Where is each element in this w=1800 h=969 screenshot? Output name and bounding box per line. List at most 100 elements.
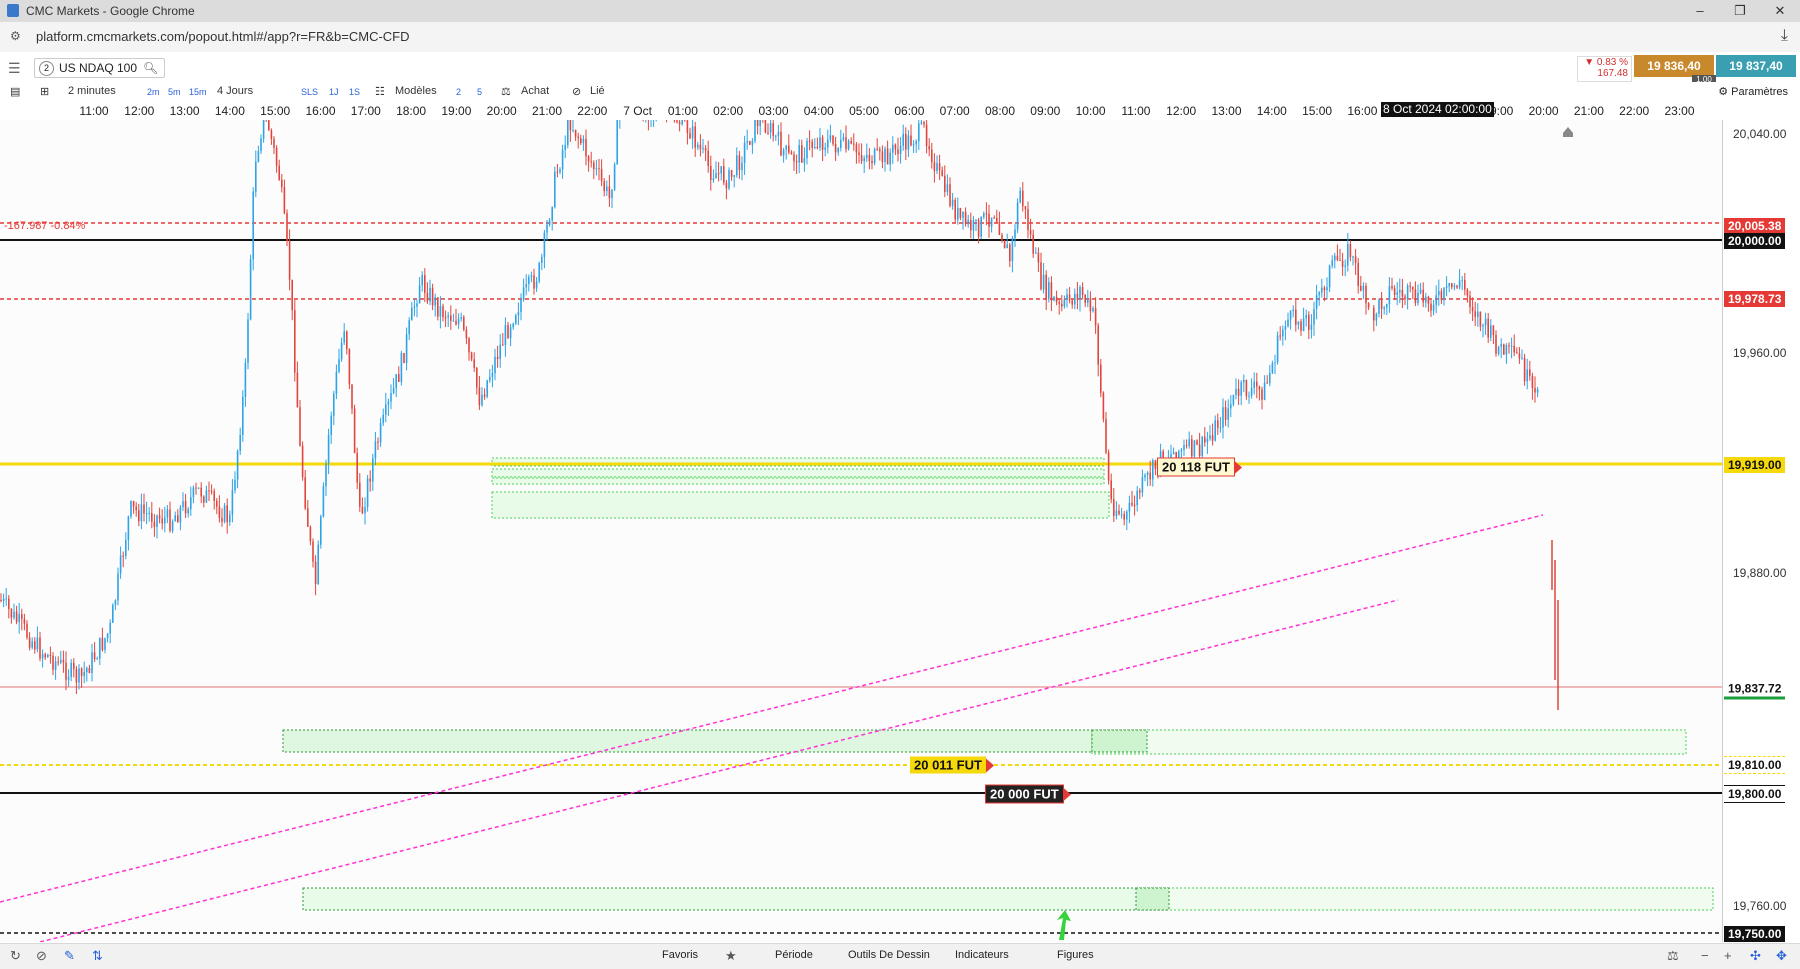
move-icon[interactable]: ✥: [1776, 948, 1787, 964]
candle-body: [29, 638, 31, 648]
candle-body: [507, 325, 509, 338]
candle-body: [60, 660, 62, 663]
zoom-in-icon[interactable]: +: [1724, 948, 1732, 963]
sls-button[interactable]: SLS: [301, 87, 318, 97]
candle-body: [1173, 452, 1175, 454]
sell-price-button[interactable]: 19 836,40: [1634, 55, 1714, 77]
candle-body: [398, 374, 400, 382]
minimize-icon[interactable]: –: [1680, 0, 1720, 22]
candle-body: [897, 149, 899, 154]
buy-arrow-icon: [1057, 910, 1071, 940]
fut-20118-marker[interactable]: 20 118 FUT: [1157, 458, 1235, 477]
drawing-tools-button[interactable]: Outils De Dessin: [848, 949, 930, 961]
tf-15m-button[interactable]: 15m: [189, 87, 207, 97]
candle-body: [224, 505, 226, 521]
candle-body: [785, 146, 787, 150]
candle-body: [37, 638, 39, 650]
buy-button[interactable]: Achat: [521, 85, 549, 97]
site-settings-icon[interactable]: ⚙: [10, 30, 24, 43]
candle-body: [1443, 288, 1445, 300]
candle-body: [1329, 266, 1331, 287]
models-button[interactable]: Modèles: [395, 85, 437, 97]
layout-icon[interactable]: ⊞: [40, 85, 49, 98]
figures-button[interactable]: Figures: [1057, 949, 1094, 961]
candle-body: [970, 220, 972, 230]
time-tick: 14:00: [215, 104, 245, 118]
candle-body: [1139, 491, 1141, 493]
candle-body: [323, 486, 325, 516]
pencil-icon[interactable]: ✎: [64, 948, 75, 964]
candle-body: [460, 317, 462, 319]
1j-button[interactable]: 1J: [329, 87, 339, 97]
period-button[interactable]: Période: [775, 949, 813, 961]
candle-body: [408, 320, 410, 334]
candle-body: [453, 321, 455, 322]
settings-button[interactable]: ⚙ Paramètres: [1718, 85, 1788, 98]
time-tick: 18:00: [396, 104, 426, 118]
interval-select[interactable]: 2 minutes: [68, 85, 116, 97]
candle-body: [876, 149, 878, 150]
list-icon[interactable]: ▤: [10, 85, 20, 98]
candle-body: [328, 435, 330, 463]
1s-button[interactable]: 1S: [349, 87, 360, 97]
url-field[interactable]: platform.cmcmarkets.com/popout.html#/app…: [36, 29, 410, 44]
candle-body: [250, 259, 252, 319]
candle-body: [1350, 244, 1352, 257]
crosshair-mode-icon[interactable]: ✣: [1750, 948, 1761, 964]
menu-icon[interactable]: ☰: [8, 60, 21, 77]
indicators-button[interactable]: Indicateurs: [955, 949, 1009, 961]
candle-body: [372, 458, 374, 481]
candle-body: [1183, 445, 1185, 450]
zoom-out-icon[interactable]: −: [1701, 948, 1709, 963]
candle-body: [385, 405, 387, 415]
time-tick: 02:00: [713, 104, 743, 118]
scale-icon[interactable]: ⚖: [1667, 948, 1679, 964]
crosshair-icon[interactable]: ⇅: [92, 948, 103, 964]
instrument-selector[interactable]: 2 US NDAQ 100 🔍︎: [34, 58, 165, 78]
layout-2-button[interactable]: 2: [456, 87, 461, 97]
candle-body: [1069, 295, 1071, 301]
fut-20000-marker[interactable]: 20 000 FUT: [985, 785, 1064, 804]
candle-body: [78, 668, 80, 682]
layout-5-button[interactable]: 5: [477, 87, 482, 97]
star-icon[interactable]: ★: [725, 948, 737, 964]
search-icon[interactable]: 🔍︎: [143, 61, 158, 75]
candle-body: [593, 163, 595, 170]
refresh-icon[interactable]: ↻: [10, 948, 21, 964]
favorites-button[interactable]: Favoris: [662, 949, 698, 961]
daily-change: ▼ 0.83 % 167.48: [1577, 56, 1632, 82]
candle-body: [866, 155, 868, 158]
candle-body: [1209, 435, 1211, 439]
candle-body: [1053, 297, 1055, 301]
linked-button[interactable]: Lié: [590, 85, 605, 97]
candle-body: [187, 509, 189, 513]
hide-icon[interactable]: ⊘: [36, 948, 47, 964]
chart-area[interactable]: -167.987 -0.84% 20 118 FUT 20 011 FUT 20…: [0, 120, 1722, 942]
candle-body: [1472, 307, 1474, 311]
tf-2m-button[interactable]: 2m: [147, 87, 160, 97]
candle-body: [302, 446, 304, 477]
close-icon[interactable]: ✕: [1760, 0, 1800, 22]
scale-icon[interactable]: ⚖: [501, 85, 511, 98]
candle-body: [343, 331, 345, 342]
candle-body: [1316, 295, 1318, 309]
candle-body: [458, 319, 460, 325]
candle-body: [252, 192, 254, 260]
price-axis[interactable]: 20,040.00 19,960.00 19,880.00 19,760.00 …: [1722, 120, 1800, 942]
candle-body: [1498, 347, 1500, 354]
link-icon[interactable]: ⊘: [572, 85, 581, 98]
download-icon[interactable]: ⤓: [1781, 27, 1788, 45]
candle-body: [1199, 445, 1201, 456]
time-tick: 15:00: [1302, 104, 1332, 118]
buy-price-button[interactable]: 19 837,40: [1716, 55, 1796, 77]
candle-body: [1308, 315, 1310, 330]
candle-body: [1264, 383, 1266, 400]
restore-icon[interactable]: ❐: [1720, 0, 1760, 22]
range-select[interactable]: 4 Jours: [217, 85, 253, 97]
fut-20011-marker[interactable]: 20 011 FUT: [910, 757, 986, 774]
candle-body: [1061, 304, 1063, 307]
candle-body: [401, 353, 403, 382]
models-icon[interactable]: ☷: [375, 85, 385, 98]
tf-5m-button[interactable]: 5m: [168, 87, 181, 97]
candle-body: [1326, 287, 1328, 290]
